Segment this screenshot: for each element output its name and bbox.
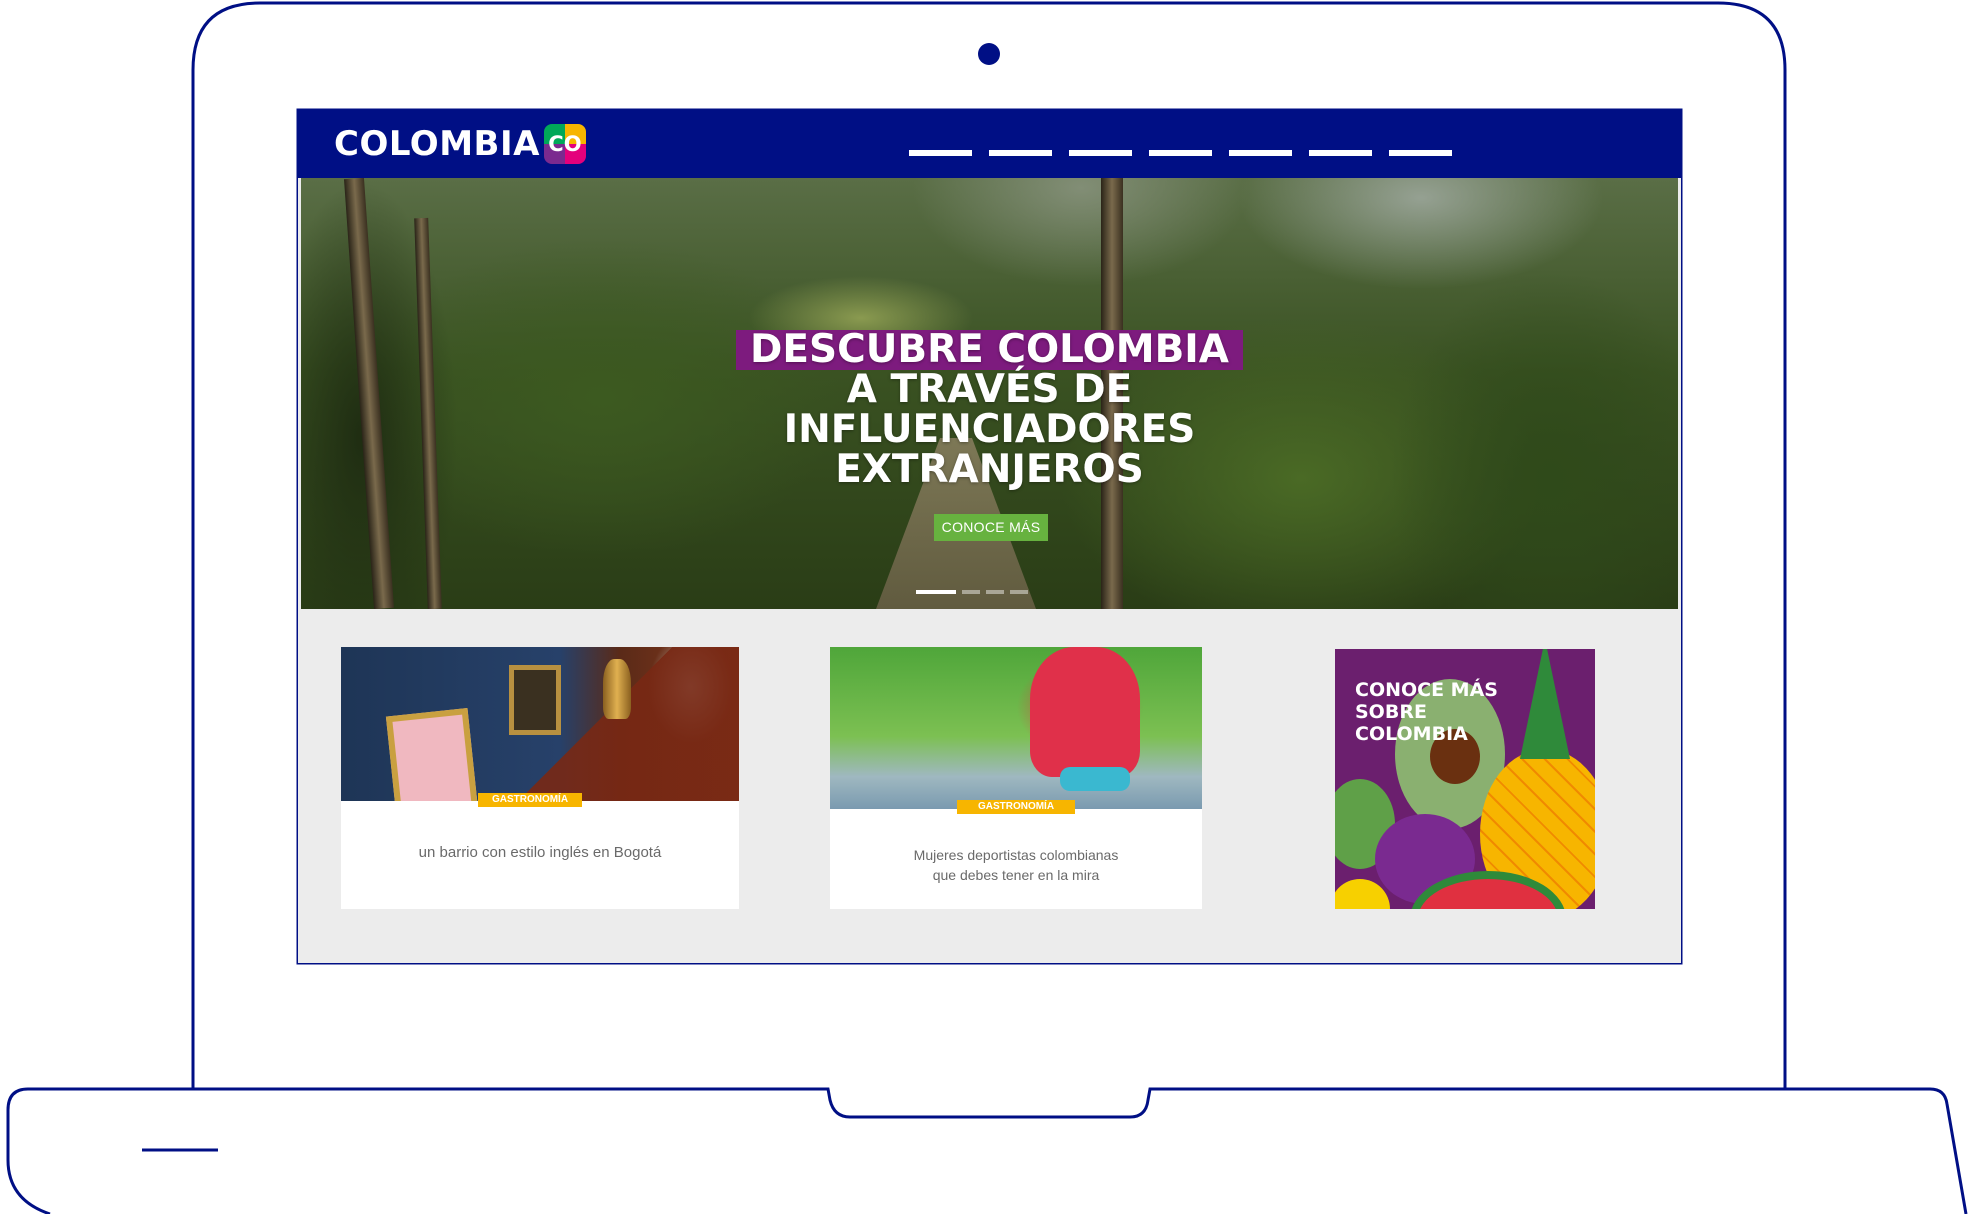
nav-item-1[interactable] — [909, 150, 972, 156]
article-title-line-1: un barrio con estilo inglés en Bogotá — [418, 844, 662, 861]
promo-title: CONOCE MÁS SOBRE COLOMBIA — [1355, 679, 1525, 745]
article-title-line-2: que debes tener en la mira — [932, 867, 1100, 883]
article-title: Mujeres deportistas colombianas que debe… — [830, 845, 1202, 885]
nav-item-5[interactable] — [1229, 150, 1292, 156]
sneaker-image — [1060, 767, 1130, 791]
hero-title-line-4: EXTRANJEROS — [835, 447, 1144, 492]
site-logo[interactable]: COLOMBIA CO — [334, 124, 586, 164]
conoce-mas-promo[interactable]: CONOCE MÁS SOBRE COLOMBIA — [1335, 649, 1595, 909]
promo-title-line-1: CONOCE MÁS — [1355, 679, 1498, 701]
hero-title: DESCUBRE COLOMBIA A TRAVÉS DE INFLUENCIA… — [301, 330, 1678, 490]
article-card[interactable]: GASTRONOMÍA Mujeres deportistas colombia… — [830, 647, 1202, 909]
nav-item-6[interactable] — [1309, 150, 1372, 156]
hero-title-highlight: DESCUBRE COLOMBIA — [736, 330, 1243, 370]
webcam-icon — [978, 43, 1000, 65]
browser-screen: COLOMBIA CO DESCUBRE COLOMBIA A TRAVÉS D… — [298, 110, 1681, 963]
article-title-line-1: Mujeres deportistas colombianas — [913, 847, 1119, 863]
hero-title-line-3: INFLUENCIADORES — [783, 407, 1196, 452]
carousel-dot-3[interactable] — [986, 590, 1004, 594]
carousel-dot-2[interactable] — [962, 590, 980, 594]
promo-title-line-3: COLOMBIA — [1355, 723, 1468, 745]
carousel-dot-1[interactable] — [916, 590, 956, 594]
article-image — [341, 647, 739, 801]
conoce-mas-button[interactable]: CONOCE MÁS — [934, 514, 1048, 541]
article-image — [830, 647, 1202, 809]
framed-portrait-image — [385, 707, 479, 801]
carousel-dot-4[interactable] — [1010, 590, 1028, 594]
logo-text: COLOMBIA — [334, 124, 540, 164]
nav-item-2[interactable] — [989, 150, 1052, 156]
framed-portrait-image — [509, 665, 561, 735]
nav-item-4[interactable] — [1149, 150, 1212, 156]
promo-title-line-2: SOBRE — [1355, 701, 1427, 723]
logo-badge-text: CO — [548, 132, 582, 156]
category-tag[interactable]: GASTRONOMÍA — [478, 793, 582, 807]
category-tag[interactable]: GASTRONOMÍA — [957, 800, 1075, 814]
nav-item-3[interactable] — [1069, 150, 1132, 156]
runner-legs-image — [1030, 647, 1140, 777]
site-header: COLOMBIA CO — [298, 110, 1681, 178]
pineapple-leaves-illustration — [1520, 649, 1570, 759]
main-navigation — [909, 150, 1452, 156]
logo-badge-icon: CO — [543, 124, 586, 164]
carousel-indicators — [916, 590, 1028, 594]
hero-banner: DESCUBRE COLOMBIA A TRAVÉS DE INFLUENCIA… — [301, 178, 1678, 609]
nav-item-7[interactable] — [1389, 150, 1452, 156]
lime-illustration — [1335, 879, 1390, 909]
article-card[interactable]: GASTRONOMÍA un barrio con estilo inglés … — [341, 647, 739, 909]
vase-image — [603, 659, 631, 719]
article-title: un barrio con estilo inglés en Bogotá — [341, 843, 739, 863]
hero-title-line-2: A TRAVÉS DE — [846, 367, 1133, 412]
